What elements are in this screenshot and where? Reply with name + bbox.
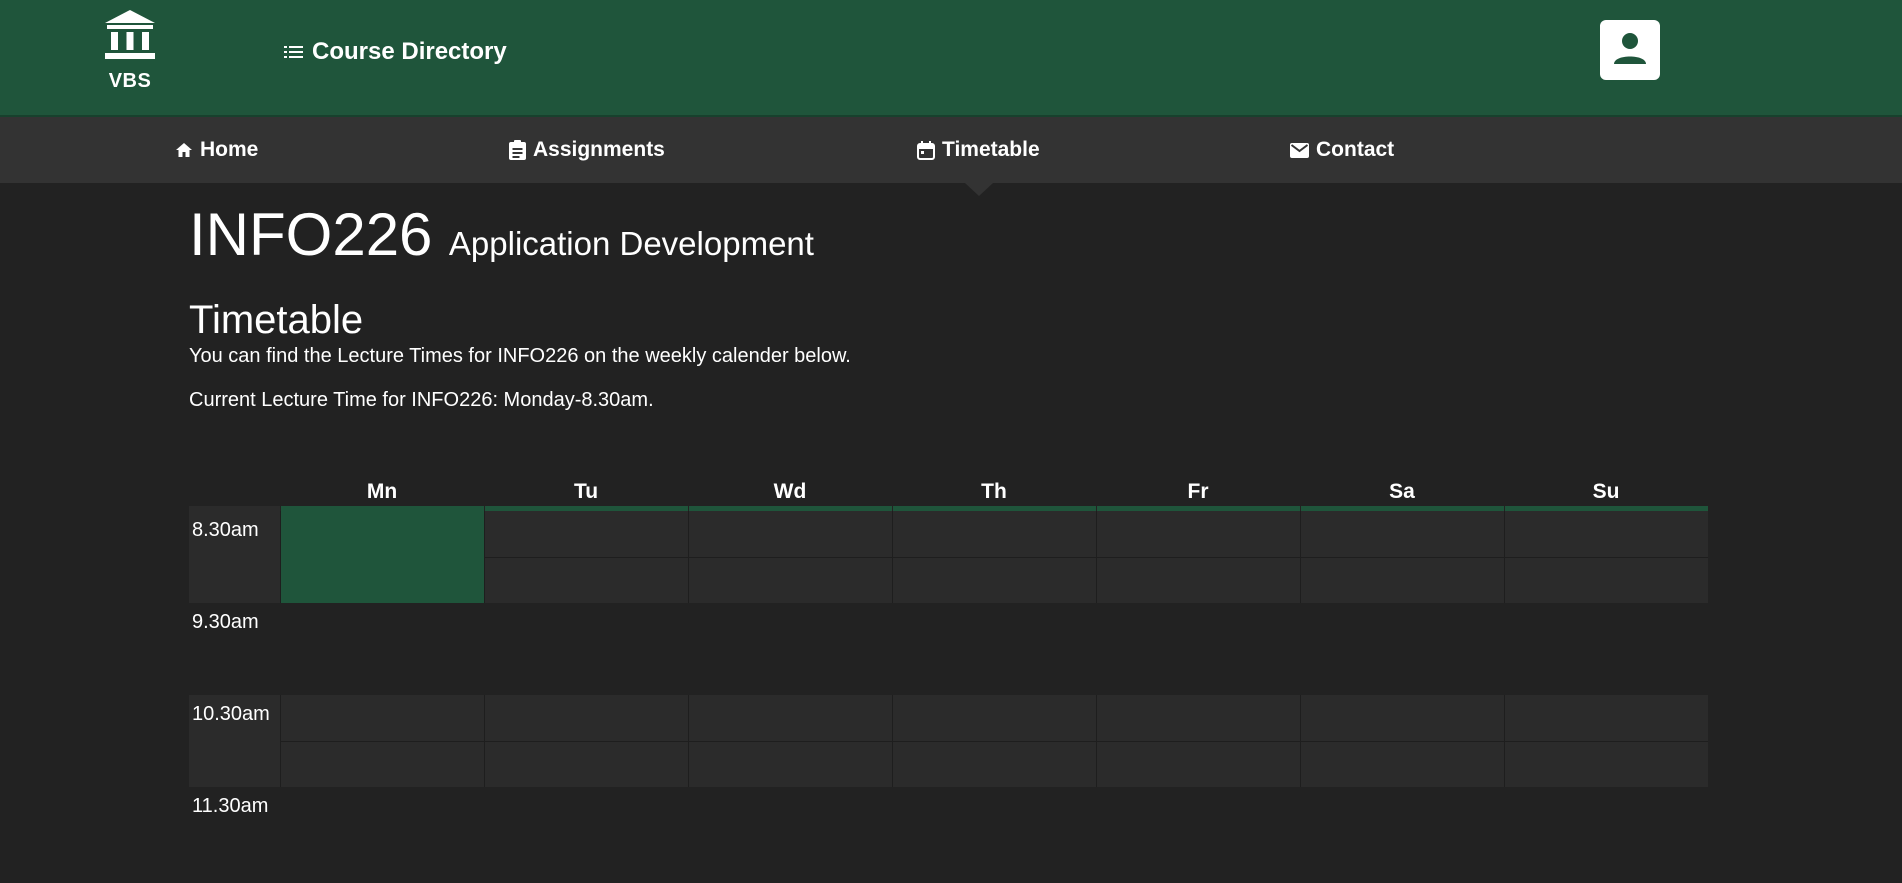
- site-logo[interactable]: VBS: [100, 8, 160, 93]
- lecture-slot-mn[interactable]: [280, 511, 484, 603]
- timetable-cell: [688, 511, 892, 603]
- timetable-row: 11.30am: [189, 787, 1709, 879]
- timetable-cell: [1096, 695, 1300, 787]
- nav-home-label: Home: [200, 138, 259, 161]
- list-icon: [284, 44, 304, 60]
- page-title: Timetable: [189, 298, 364, 342]
- course-directory-label: Course Directory: [312, 38, 507, 65]
- course-code: INFO226: [189, 201, 433, 268]
- day-header-sa: Sa: [1389, 480, 1415, 503]
- timetable-row: 8.30am: [189, 511, 1709, 603]
- timetable-cell: [280, 603, 484, 695]
- nav-contact[interactable]: Contact: [1290, 117, 1394, 183]
- page-description: You can find the Lecture Times for INFO2…: [189, 345, 851, 367]
- day-header-wd: Wd: [773, 480, 807, 503]
- timetable-cell: [1300, 695, 1504, 787]
- calendar-icon: [917, 140, 935, 160]
- timetable-cell: [1300, 787, 1504, 879]
- mail-icon: [1290, 142, 1309, 158]
- nav-timetable[interactable]: Timetable: [917, 117, 1040, 183]
- timetable-cell: [688, 787, 892, 879]
- profile-button[interactable]: [1600, 20, 1660, 80]
- nav-timetable-label: Timetable: [942, 138, 1040, 161]
- course-directory-link[interactable]: Course Directory: [284, 38, 507, 66]
- timetable-cell: [484, 787, 688, 879]
- nav-home[interactable]: Home: [175, 117, 258, 183]
- course-title: INFO226 Application Development: [189, 200, 814, 269]
- timetable-row: 10.30am: [189, 695, 1709, 787]
- timetable-cell: [1504, 787, 1708, 879]
- timetable-row: 9.30am: [189, 603, 1709, 695]
- nav-contact-label: Contact: [1316, 138, 1395, 161]
- timetable-cell: [892, 603, 1096, 695]
- timetable-header: Mn Tu Wd Th Fr Sa Su: [189, 478, 1709, 506]
- account-box-icon: [1608, 26, 1652, 75]
- timetable-cell: [892, 787, 1096, 879]
- time-column-header: [189, 478, 280, 506]
- timetable-cell: [1504, 603, 1708, 695]
- timetable-cell: [280, 695, 484, 787]
- logo-text: VBS: [108, 70, 152, 92]
- top-header-bar: VBS Course Directory: [0, 0, 1902, 117]
- timetable-cell: [892, 511, 1096, 603]
- timetable-cell: [1096, 787, 1300, 879]
- timetable-cell: [1504, 695, 1708, 787]
- timetable-cell: [688, 603, 892, 695]
- nav-assignments-label: Assignments: [533, 138, 665, 161]
- day-header-fr: Fr: [1187, 480, 1209, 503]
- weekly-timetable: Mn Tu Wd Th Fr Sa Su 8.30am 9.30am 10.30…: [189, 478, 1709, 879]
- timetable-cell: [484, 511, 688, 603]
- timetable-cell: [280, 787, 484, 879]
- day-header-th: Th: [981, 480, 1007, 503]
- timetable-cell: [1096, 603, 1300, 695]
- timetable-cell: [484, 695, 688, 787]
- home-icon: [175, 141, 193, 159]
- timetable-cell: [892, 695, 1096, 787]
- timetable-cell: [1300, 603, 1504, 695]
- timetable-cell: [1300, 511, 1504, 603]
- timetable-cell: [484, 603, 688, 695]
- main-navigation: Home Assignments Timetable Contact: [0, 117, 1902, 183]
- current-lecture-time: Current Lecture Time for INFO226: Monday…: [189, 389, 654, 411]
- institution-icon: [100, 8, 160, 66]
- time-label: 10.30am: [189, 695, 280, 787]
- timetable-cell: [688, 695, 892, 787]
- day-header-su: Su: [1592, 480, 1620, 503]
- day-header-tu: Tu: [573, 480, 599, 503]
- time-label: 8.30am: [189, 511, 280, 603]
- time-label: 11.30am: [192, 795, 269, 817]
- course-name: Application Development: [448, 225, 814, 262]
- active-nav-indicator: [965, 183, 993, 196]
- day-header-mn: Mn: [366, 480, 398, 503]
- nav-assignments[interactable]: Assignments: [509, 117, 665, 183]
- clipboard-icon: [509, 140, 526, 160]
- timetable-cell: [1096, 511, 1300, 603]
- timetable-cell: [1504, 511, 1708, 603]
- time-label: 9.30am: [192, 611, 259, 633]
